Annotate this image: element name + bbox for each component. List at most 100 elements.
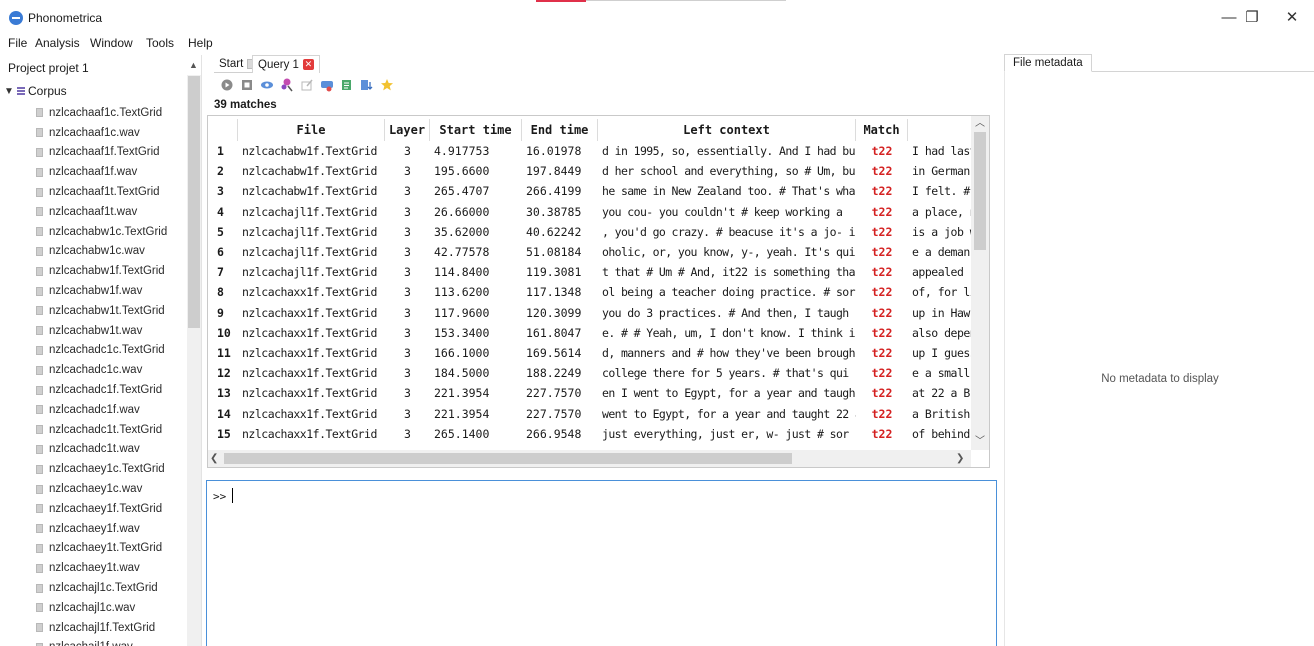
export-icon[interactable]	[340, 78, 354, 92]
column-header-start-time[interactable]: Start time	[430, 119, 522, 141]
filter-icon[interactable]	[360, 78, 374, 92]
file-item[interactable]: nzlcachaaf1f.TextGrid	[36, 143, 167, 163]
tab-file-metadata[interactable]: File metadata	[1004, 54, 1092, 72]
file-item[interactable]: nzlcachaey1t.TextGrid	[36, 539, 167, 559]
file-icon	[36, 543, 43, 553]
file-item[interactable]: nzlcachabw1c.wav	[36, 242, 167, 262]
close-icon[interactable]: ✕	[302, 59, 314, 70]
app-logo-icon	[9, 11, 23, 25]
cell-end-time: 16.01978	[526, 144, 582, 159]
menu-analysis[interactable]: Analysis	[35, 36, 80, 50]
file-item[interactable]: nzlcachabw1f.wav	[36, 281, 167, 301]
file-item[interactable]: nzlcachadc1c.wav	[36, 360, 167, 380]
table-row[interactable]: 8 nzlcachaxx1f.TextGrid 3 113.6200 117.1348 o…	[208, 282, 974, 302]
cluster-icon[interactable]	[280, 78, 294, 92]
results-vertical-scrollbar-thumb[interactable]	[974, 132, 986, 250]
play-icon[interactable]	[220, 78, 234, 92]
table-row[interactable]: 14 nzlcachaxx1f.TextGrid 3 221.3954 227.7570…	[208, 403, 974, 423]
chevron-up-icon[interactable]: ▲	[189, 60, 198, 70]
maximize-button[interactable]: ❐	[1242, 8, 1262, 28]
column-header-left-context[interactable]: Left context	[598, 119, 856, 141]
file-item[interactable]: nzlcachaaf1c.TextGrid	[36, 103, 167, 123]
menu-tools[interactable]: Tools	[146, 36, 174, 50]
file-item[interactable]: nzlcachadc1f.TextGrid	[36, 380, 167, 400]
menu-window[interactable]: Window	[90, 36, 133, 50]
chevron-down-icon[interactable]: ▼	[4, 86, 14, 97]
file-item[interactable]: nzlcachabw1t.TextGrid	[36, 301, 167, 321]
file-item[interactable]: nzlcachabw1c.TextGrid	[36, 222, 167, 242]
cell-file: nzlcachaxx1f.TextGrid	[242, 406, 377, 421]
table-row[interactable]: 10 nzlcachaxx1f.TextGrid 3 153.3400 161.8047…	[208, 323, 974, 343]
tab-query-1[interactable]: Query 1 ✕	[252, 55, 320, 73]
row-index: 15	[217, 426, 231, 441]
results-horizontal-scrollbar-thumb[interactable]	[224, 453, 792, 464]
file-item[interactable]: nzlcachajl1f.wav	[36, 638, 167, 646]
table-row[interactable]: 5 nzlcachajl1f.TextGrid 3 35.62000 40.62242,…	[208, 222, 974, 242]
table-row[interactable]: 3 nzlcachabw1f.TextGrid 3 265.4707 266.4199 h…	[208, 181, 974, 201]
file-item[interactable]: nzlcachadc1t.wav	[36, 440, 167, 460]
scroll-left-icon[interactable]: ❮	[210, 450, 224, 467]
column-header-index[interactable]	[208, 119, 238, 141]
cell-file: nzlcachaxx1f.TextGrid	[242, 345, 377, 360]
cell-end-time: 120.3099	[526, 305, 582, 320]
bookmark-icon[interactable]	[320, 78, 334, 92]
eye-icon[interactable]	[260, 78, 274, 92]
corpus-node[interactable]: ▼ Corpus	[4, 82, 67, 100]
table-row[interactable]: 1 nzlcachabw1f.TextGrid 3 4.917753 16.01978 d…	[208, 141, 974, 161]
table-row[interactable]: 6 nzlcachajl1f.TextGrid 3 42.77578 51.08184 o…	[208, 242, 974, 262]
scroll-right-icon[interactable]: ❯	[956, 450, 970, 467]
edit-icon[interactable]	[300, 78, 314, 92]
file-item[interactable]: nzlcachadc1t.TextGrid	[36, 420, 167, 440]
project-scrollbar-thumb[interactable]	[188, 76, 200, 328]
column-header-file[interactable]: File	[238, 119, 385, 141]
file-item[interactable]: nzlcachaey1t.wav	[36, 558, 167, 578]
cell-file: nzlcachaxx1f.TextGrid	[242, 285, 377, 300]
cell-match: t22	[871, 386, 893, 401]
cell-right-context: is a job wh	[912, 224, 974, 239]
file-item[interactable]: nzlcachabw1f.TextGrid	[36, 261, 167, 281]
menu-file[interactable]: File	[8, 36, 27, 50]
column-header-layer[interactable]: Layer	[385, 119, 430, 141]
cell-start-time: 221.3954	[434, 406, 490, 421]
column-header-end-time[interactable]: End time	[522, 119, 598, 141]
stop-icon[interactable]	[240, 78, 254, 92]
menu-help[interactable]: Help	[188, 36, 213, 50]
file-item[interactable]: nzlcachaaf1c.wav	[36, 123, 167, 143]
file-item[interactable]: nzlcachaaf1t.wav	[36, 202, 167, 222]
project-scrollbar[interactable]	[187, 75, 201, 646]
file-item[interactable]: nzlcachaey1c.TextGrid	[36, 459, 167, 479]
file-item[interactable]: nzlcachaey1c.wav	[36, 479, 167, 499]
console-input[interactable]: >>	[206, 480, 997, 646]
file-item[interactable]: nzlcachadc1f.wav	[36, 400, 167, 420]
star-icon[interactable]	[380, 78, 394, 92]
cell-left-context: ol being a teacher doing practice. # sor	[602, 285, 856, 300]
metadata-empty-message: No metadata to display	[1101, 373, 1219, 385]
file-item[interactable]: nzlcachajl1c.wav	[36, 598, 167, 618]
table-row[interactable]: 12 nzlcachaxx1f.TextGrid 3 184.5000 188.2249…	[208, 363, 974, 383]
file-item[interactable]: nzlcachajl1c.TextGrid	[36, 578, 167, 598]
file-item[interactable]: nzlcachaey1f.wav	[36, 519, 167, 539]
table-row[interactable]: 15 nzlcachaxx1f.TextGrid 3 265.1400 266.9548…	[208, 424, 974, 444]
column-header-match[interactable]: Match	[856, 119, 908, 141]
table-row[interactable]: 7 nzlcachajl1f.TextGrid 3 114.8400 119.3081 t…	[208, 262, 974, 282]
file-item[interactable]: nzlcachaaf1t.TextGrid	[36, 182, 167, 202]
file-item[interactable]: nzlcachaaf1f.wav	[36, 162, 167, 182]
table-row[interactable]: 11 nzlcachaxx1f.TextGrid 3 166.1000 169.5614…	[208, 343, 974, 363]
table-body: 1 nzlcachabw1f.TextGrid 3 4.917753 16.01978 d…	[208, 141, 974, 444]
scroll-up-icon[interactable]: ︿	[971, 116, 989, 132]
file-item[interactable]: nzlcachabw1t.wav	[36, 321, 167, 341]
file-item[interactable]: nzlcachadc1c.TextGrid	[36, 341, 167, 361]
file-item[interactable]: nzlcachajl1f.TextGrid	[36, 618, 167, 638]
table-row[interactable]: 4 nzlcachajl1f.TextGrid 3 26.66000 30.38785 …	[208, 202, 974, 222]
minimize-button[interactable]: —	[1219, 8, 1239, 28]
table-row[interactable]: 2 nzlcachabw1f.TextGrid 3 195.6600 197.8449 d…	[208, 161, 974, 181]
column-header-right-context[interactable]	[908, 119, 971, 141]
close-window-button[interactable]: ✕	[1282, 8, 1302, 28]
file-item[interactable]: nzlcachaey1f.TextGrid	[36, 499, 167, 519]
file-icon	[36, 484, 43, 494]
scroll-down-icon[interactable]: ﹀	[971, 434, 989, 450]
table-row[interactable]: 13 nzlcachaxx1f.TextGrid 3 221.3954 227.7570…	[208, 383, 974, 403]
results-horizontal-scrollbar[interactable]: ❮ ❯	[208, 450, 971, 467]
results-vertical-scrollbar[interactable]: ︿ ﹀	[971, 116, 989, 450]
table-row[interactable]: 9 nzlcachaxx1f.TextGrid 3 117.9600 120.3099 …	[208, 303, 974, 323]
